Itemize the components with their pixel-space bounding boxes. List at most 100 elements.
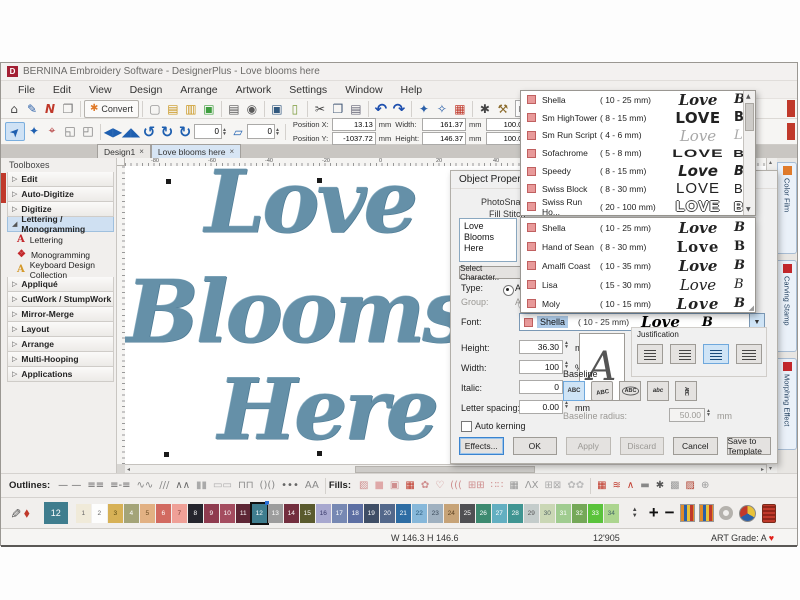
resize-box2-icon[interactable]: ◰ xyxy=(79,122,97,139)
color-swatch[interactable]: 7 xyxy=(172,504,187,523)
type-radio[interactable] xyxy=(503,285,514,296)
color-swatch[interactable]: 13 xyxy=(268,504,283,523)
hoop-icon[interactable] xyxy=(719,506,733,520)
outline-zigzag-stitch[interactable]: ∧∧ xyxy=(175,480,190,491)
font-option[interactable]: Lisa ( 15 - 30 mm) Love B xyxy=(521,275,755,294)
color-swatch[interactable]: 5 xyxy=(140,504,155,523)
rotate-spinner[interactable]: ▲▼ xyxy=(222,128,227,136)
color-swatch[interactable]: 23 xyxy=(428,504,443,523)
color-swatch[interactable]: 9 xyxy=(204,504,219,523)
color-swatch[interactable]: 29 xyxy=(524,504,539,523)
font-option[interactable]: Amalfi Coast ( 10 - 35 mm) Love B xyxy=(521,256,755,275)
position-x-field[interactable]: 13.13 xyxy=(332,118,376,131)
scroll-right-icon[interactable]: ▸ xyxy=(761,466,764,473)
document-tab[interactable]: Love blooms here × xyxy=(151,144,241,158)
color-swatch[interactable]: 20 xyxy=(380,504,395,523)
polygon-select-icon[interactable]: ✦ xyxy=(25,122,43,139)
color-swatch[interactable]: 28 xyxy=(508,504,523,523)
rotate-angle-field[interactable]: 0 xyxy=(194,124,222,139)
toolbox-section[interactable]: ▷ Layout xyxy=(7,322,114,337)
color-swatch[interactable]: 10 xyxy=(220,504,235,523)
menu-item[interactable]: Edit xyxy=(44,82,80,98)
copy-icon[interactable]: ❐ xyxy=(329,100,347,117)
color-swatch[interactable]: 15 xyxy=(300,504,315,523)
outline-triple-stitch[interactable]: ≡≡ xyxy=(87,480,104,491)
menu-item[interactable]: Help xyxy=(392,82,432,98)
color-film-toggle-icon[interactable]: ▦ xyxy=(451,100,469,117)
fill-lace[interactable]: ✿✿ xyxy=(567,480,584,491)
fill-mesh[interactable]: ▦ xyxy=(509,480,518,491)
justify-left-button[interactable] xyxy=(637,344,663,364)
width-field[interactable]: 161.37 xyxy=(422,118,466,131)
open-design-icon[interactable]: ▤ xyxy=(164,100,182,117)
docked-panel-tab[interactable]: Morphing Effect xyxy=(777,358,797,450)
color-swatch[interactable]: 8 xyxy=(188,504,203,523)
toolbox-section[interactable]: ▷ CutWork / StumpWork xyxy=(7,292,114,307)
scroll-down-icon[interactable]: ▼ xyxy=(746,206,751,213)
font-option[interactable]: Sm Run Script ( 4 - 6 mm) Love L xyxy=(521,127,755,145)
selection-handle[interactable] xyxy=(317,178,322,183)
outline-dot-stitch[interactable]: ••• xyxy=(281,480,299,491)
dialog-button[interactable]: Discard xyxy=(620,437,665,455)
fill-zigzag-red[interactable]: ≋ xyxy=(613,480,621,491)
close-icon[interactable]: × xyxy=(229,147,234,156)
fill-grid[interactable]: ⊞⊞ xyxy=(468,480,485,491)
select-arrow-icon[interactable]: ➤ xyxy=(5,122,25,141)
fill-ripple[interactable]: ((( xyxy=(450,480,462,491)
justify-right-button[interactable] xyxy=(670,344,696,364)
quick-tools-icon[interactable]: ⚒ xyxy=(494,100,512,117)
paste-icon[interactable]: ▤ xyxy=(347,100,365,117)
outline-satin-stitch[interactable]: ∿∿ xyxy=(137,480,154,491)
outline-slant-stitch[interactable]: /// xyxy=(159,480,169,491)
font-option[interactable]: Sofachrome ( 5 - 8 mm) LOVE B xyxy=(521,144,755,162)
toolbox-section[interactable]: ▷ Arrange xyxy=(7,337,114,352)
embroidery-text[interactable]: Here xyxy=(218,368,437,452)
color-swatch[interactable]: 16 xyxy=(316,504,331,523)
scrollbar-thumb[interactable] xyxy=(355,466,535,473)
rotate-ccw-45-icon[interactable]: ↺ xyxy=(140,123,158,140)
font-option[interactable]: Swiss Run Ho... ( 20 - 100 mm) LOVE B xyxy=(521,198,755,216)
docked-panel-tab[interactable]: Carving Stamp xyxy=(777,260,797,352)
selection-handle[interactable] xyxy=(164,452,169,457)
color-swatch[interactable]: 6 xyxy=(156,504,171,523)
font-option[interactable]: Hand of Sean ( 8 - 30 mm) Love B xyxy=(521,237,755,256)
fill-dots[interactable]: ∷∷ xyxy=(491,480,504,491)
selection-handle[interactable] xyxy=(317,451,322,456)
remove-color-button[interactable]: − xyxy=(665,505,675,521)
embroidery-text[interactable]: Love xyxy=(205,166,416,246)
horizontal-scrollbar[interactable]: ◂ ▸ xyxy=(125,464,766,473)
scroll-down-icon[interactable]: ▾ xyxy=(769,465,772,472)
color-swatch[interactable]: 1 xyxy=(76,504,91,523)
fill-cross[interactable]: ΛX xyxy=(525,480,539,491)
font-option[interactable]: Sm HighTower ( 8 - 15 mm) LOVE B xyxy=(521,109,755,127)
zoom-in-design-icon[interactable]: ✦ xyxy=(415,100,433,117)
color-wheel-icon[interactable] xyxy=(739,505,756,522)
home-icon[interactable]: ⌂ xyxy=(5,100,23,117)
outline-wide-stitch[interactable]: ▭▭ xyxy=(213,480,232,491)
write-to-machine-icon[interactable]: ▣ xyxy=(268,100,286,117)
settings-gear-icon[interactable]: ✱ xyxy=(476,100,494,117)
toolbox-tool[interactable]: A Lettering xyxy=(1,232,116,247)
font-list-scrollbar[interactable]: ▲ ▼ xyxy=(743,91,755,215)
dialog-button[interactable]: Apply xyxy=(566,437,611,455)
fill-flower[interactable]: ✿ xyxy=(421,480,429,491)
document-tab[interactable]: Design1 × xyxy=(97,144,151,158)
embroidery-text[interactable]: Blooms xyxy=(126,270,468,356)
color-swatch[interactable]: 33 xyxy=(588,504,603,523)
select-character-button[interactable]: Select Character.. xyxy=(459,266,521,279)
palette-spinner[interactable]: ▲▼ xyxy=(632,507,638,519)
justify-center-button[interactable] xyxy=(703,344,729,364)
baseline-shape-button[interactable]: ABC xyxy=(563,381,585,401)
baseline-shape-button[interactable]: ABC xyxy=(675,381,697,401)
dialog-button[interactable]: OK xyxy=(513,437,558,455)
toolbox-tool[interactable]: A Keyboard Design Collection xyxy=(1,262,116,277)
resize-grip-icon[interactable]: ◢ xyxy=(749,304,754,312)
toolbox-section[interactable]: ▷ Applications xyxy=(7,367,114,382)
thread-colors-icon[interactable] xyxy=(680,504,695,522)
fill-weave[interactable]: ▦ xyxy=(405,480,414,491)
font-option[interactable]: Swiss Block ( 8 - 30 mm) LOVE B xyxy=(521,180,755,198)
scrollbar-thumb[interactable] xyxy=(745,103,754,131)
fill-lattice[interactable]: ▨ xyxy=(359,480,368,491)
menu-item[interactable]: Window xyxy=(336,82,391,98)
fill-bar-gray[interactable]: ▬ xyxy=(640,480,649,491)
